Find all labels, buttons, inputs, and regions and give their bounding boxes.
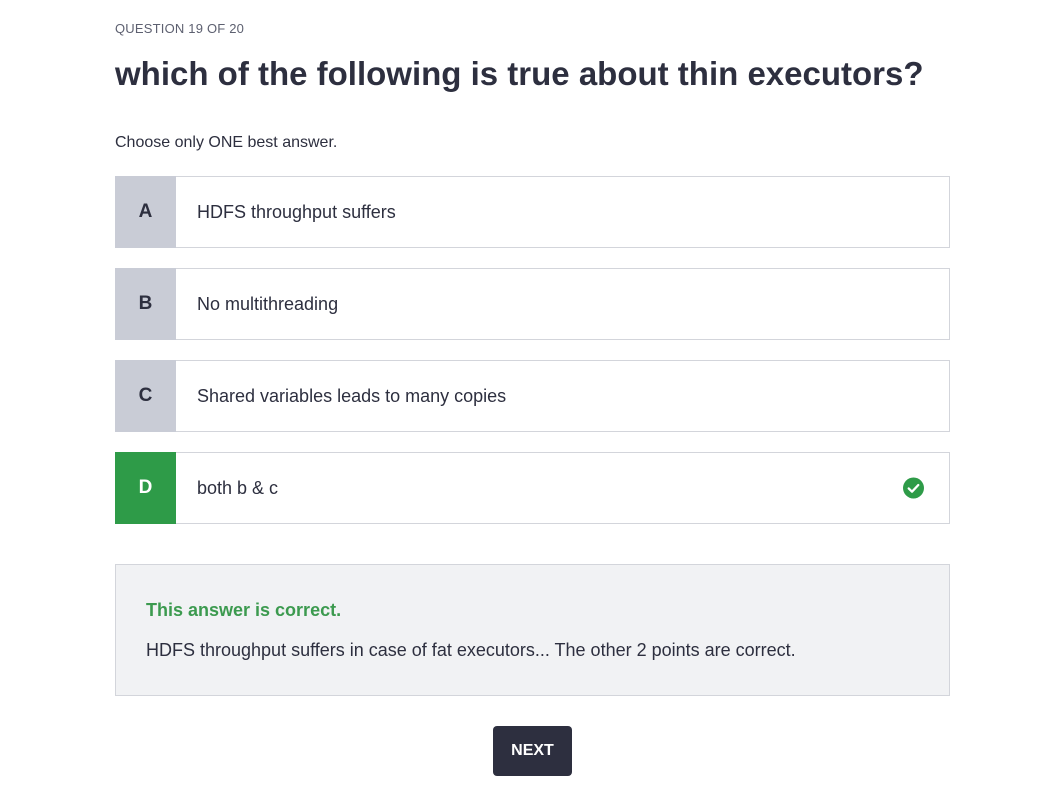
option-text: both b & c bbox=[197, 477, 279, 498]
question-counter: QUESTION 19 OF 20 bbox=[115, 21, 245, 36]
option-d[interactable]: D both b & c bbox=[115, 452, 950, 524]
option-text: Shared variables leads to many copies bbox=[197, 385, 507, 406]
option-letter: A bbox=[115, 176, 176, 248]
option-text: No multithreading bbox=[197, 293, 339, 314]
option-b[interactable]: B No multithreading bbox=[115, 268, 950, 340]
option-c[interactable]: C Shared variables leads to many copies bbox=[115, 360, 950, 432]
next-button[interactable]: NEXT bbox=[493, 726, 572, 776]
question-title: which of the following is true about thi… bbox=[115, 55, 924, 92]
option-text: HDFS throughput suffers bbox=[197, 201, 396, 222]
option-letter: D bbox=[115, 452, 176, 524]
option-a[interactable]: A HDFS throughput suffers bbox=[115, 176, 950, 248]
feedback-explanation: HDFS throughput suffers in case of fat e… bbox=[146, 640, 796, 660]
answer-instruction: Choose only ONE best answer. bbox=[115, 134, 338, 151]
feedback-title: This answer is correct. bbox=[146, 600, 342, 620]
option-letter: C bbox=[115, 360, 176, 432]
check-circle-icon bbox=[903, 477, 924, 499]
answer-feedback: This answer is correct. HDFS throughput … bbox=[115, 564, 950, 696]
answer-options: A HDFS throughput suffers B No multithre… bbox=[115, 176, 950, 544]
option-letter: B bbox=[115, 268, 176, 340]
